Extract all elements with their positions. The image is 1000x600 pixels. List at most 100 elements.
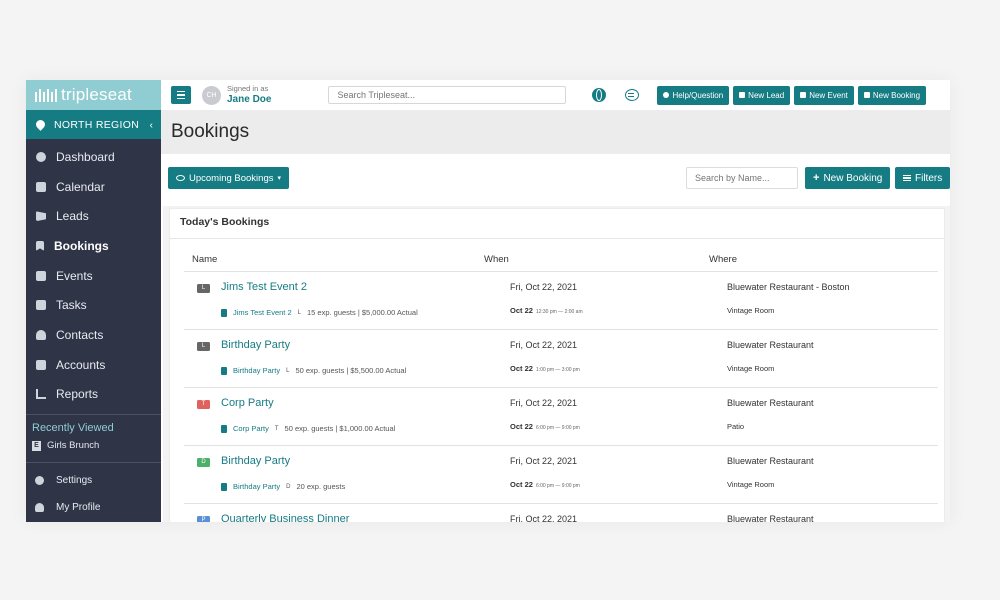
booking-date: Fri, Oct 22, 2021 xyxy=(510,398,578,408)
map-pin-icon xyxy=(34,118,47,131)
todays-bookings-panel: Today's Bookings Name When Where L Jims … xyxy=(163,206,950,522)
event-detail: 50 exp. guests | $5,500.00 Actual xyxy=(295,366,407,375)
booking-room: Vintage Room xyxy=(727,364,775,373)
chart-icon xyxy=(36,389,46,400)
building-icon xyxy=(36,359,46,370)
table-header: Name When Where xyxy=(184,239,938,272)
help-question-button[interactable]: Help/Question xyxy=(657,85,730,105)
button-label: New Event xyxy=(809,90,848,100)
sidebar-item-accounts[interactable]: Accounts xyxy=(26,350,161,380)
signed-in-label: Signed in as xyxy=(227,84,269,94)
booking-time: Oct 22 6:00 pm — 9:00 pm xyxy=(510,480,580,489)
booking-date: Fri, Oct 22, 2021 xyxy=(510,282,578,292)
new-booking-label: New Booking xyxy=(823,172,883,184)
global-search-input[interactable] xyxy=(328,86,567,104)
upcoming-bookings-dropdown[interactable]: Upcoming Bookings ▾ xyxy=(168,167,290,189)
recent-item-label: Girls Brunch xyxy=(47,440,100,452)
search-by-name-input[interactable] xyxy=(686,167,798,189)
chat-icon[interactable] xyxy=(625,89,640,101)
booking-venue: Bluewater Restaurant xyxy=(727,456,814,466)
table-body: L Jims Test Event 2 Jims Test Event 2 L … xyxy=(184,272,938,522)
recent-item[interactable]: E Girls Brunch xyxy=(32,440,161,451)
new-booking-button[interactable]: + New Booking xyxy=(805,167,891,189)
page-title: Bookings xyxy=(171,121,250,142)
book-icon xyxy=(36,270,46,281)
eye-icon xyxy=(176,175,185,181)
button-label: Help/Question xyxy=(672,90,724,100)
table-row: L Jims Test Event 2 Jims Test Event 2 L … xyxy=(184,272,938,330)
todays-bookings-card: Today's Bookings Name When Where L Jims … xyxy=(169,208,945,522)
sidebar-item-settings[interactable]: Settings xyxy=(26,467,161,494)
column-header-when[interactable]: When xyxy=(484,254,709,265)
new-event-button[interactable]: New Event xyxy=(794,85,854,105)
chevron-left-icon[interactable]: ‹ xyxy=(150,119,154,131)
column-header-where[interactable]: Where xyxy=(709,254,938,265)
table-row: L Birthday Party Birthday Party L 50 exp… xyxy=(184,330,938,388)
bookings-toolbar: Upcoming Bookings ▾ + New Booking Filter… xyxy=(161,154,950,206)
filters-label: Filters xyxy=(915,172,943,184)
filters-button[interactable]: Filters xyxy=(895,167,950,189)
booking-name-link[interactable]: Quarterly Business Dinner xyxy=(221,513,349,522)
recently-viewed: Recently Viewed E Girls Brunch xyxy=(26,414,161,457)
event-detail: 15 exp. guests | $5,000.00 Actual xyxy=(306,308,418,317)
event-link[interactable]: Birthday Party xyxy=(233,366,280,375)
new-lead-button[interactable]: New Lead xyxy=(733,85,791,105)
sidebar-item-tasks[interactable]: Tasks xyxy=(26,290,161,320)
book-icon xyxy=(800,92,807,98)
calendar-icon xyxy=(36,181,46,192)
event-link[interactable]: Jims Test Event 2 xyxy=(233,308,292,317)
top-bar: CH Signed in as Jane Doe Help/Question N… xyxy=(161,80,950,110)
main-nav: Dashboard Calendar Leads Bookings Events… xyxy=(26,139,161,409)
new-booking-top-button[interactable]: New Booking xyxy=(857,85,927,105)
upcoming-bookings-label: Upcoming Bookings xyxy=(189,172,274,184)
sidebar-item-dashboard[interactable]: Dashboard xyxy=(26,142,161,172)
gauge-icon xyxy=(36,151,46,162)
booking-room: Vintage Room xyxy=(727,480,775,489)
status-badge: L xyxy=(197,342,210,351)
sidebar-item-events[interactable]: Events xyxy=(26,261,161,291)
region-selector[interactable]: NORTH REGION ‹ xyxy=(26,110,161,139)
booking-name-link[interactable]: Corp Party xyxy=(221,397,274,409)
sidebar-item-bookings[interactable]: Bookings xyxy=(26,231,161,261)
question-icon xyxy=(663,92,670,98)
caret-down-icon: ▾ xyxy=(277,175,282,182)
user-name[interactable]: Jane Doe xyxy=(227,94,271,105)
megaphone-icon xyxy=(36,211,46,222)
sidebar-item-label: Settings xyxy=(56,475,93,487)
people-icon xyxy=(36,329,46,340)
sidebar-item-calendar[interactable]: Calendar xyxy=(26,172,161,202)
logo[interactable]: tripleseat xyxy=(26,80,161,110)
booking-name-link[interactable]: Birthday Party xyxy=(221,455,290,467)
sidebar-item-label: Bookings xyxy=(54,238,109,253)
event-link[interactable]: Corp Party xyxy=(233,424,269,433)
sidebar-item-my-profile[interactable]: My Profile xyxy=(26,494,161,521)
sidebar-item-leads[interactable]: Leads xyxy=(26,201,161,231)
sidebar-item-label: Calendar xyxy=(56,179,105,194)
column-header-name[interactable]: Name xyxy=(184,254,484,265)
avatar[interactable]: CH xyxy=(202,85,221,105)
person-icon xyxy=(35,503,44,513)
booking-venue: Bluewater Restaurant xyxy=(727,514,814,522)
filter-lines-icon xyxy=(903,174,911,182)
gear-icon xyxy=(35,476,44,486)
sidebar-item-label: Reports xyxy=(56,387,99,402)
brand-name: tripleseat xyxy=(61,85,132,104)
bookmark-icon xyxy=(36,240,44,251)
sidebar: tripleseat NORTH REGION ‹ Dashboard Cale… xyxy=(26,80,161,522)
booking-name-link[interactable]: Jims Test Event 2 xyxy=(221,281,307,293)
booking-date: Fri, Oct 22, 2021 xyxy=(510,514,578,522)
sidebar-item-contacts[interactable]: Contacts xyxy=(26,320,161,350)
booking-sub-line: Corp Party T 50 exp. guests | $1,000.00 … xyxy=(221,424,395,433)
booking-name-link[interactable]: Birthday Party xyxy=(221,339,290,351)
card-title: Today's Bookings xyxy=(170,209,944,239)
sidebar-item-reports[interactable]: Reports xyxy=(26,380,161,410)
booking-sub-line: Jims Test Event 2 L 15 exp. guests | $5,… xyxy=(221,308,418,317)
book-icon xyxy=(221,308,227,317)
region-label: NORTH REGION xyxy=(54,118,140,131)
booking-sub-line: Birthday Party D 20 exp. guests xyxy=(221,482,345,491)
booking-room: Patio xyxy=(727,422,745,431)
menu-button[interactable] xyxy=(171,86,191,104)
globe-icon[interactable] xyxy=(592,88,607,102)
event-link[interactable]: Birthday Party xyxy=(233,482,280,491)
status-badge: T xyxy=(197,400,210,409)
